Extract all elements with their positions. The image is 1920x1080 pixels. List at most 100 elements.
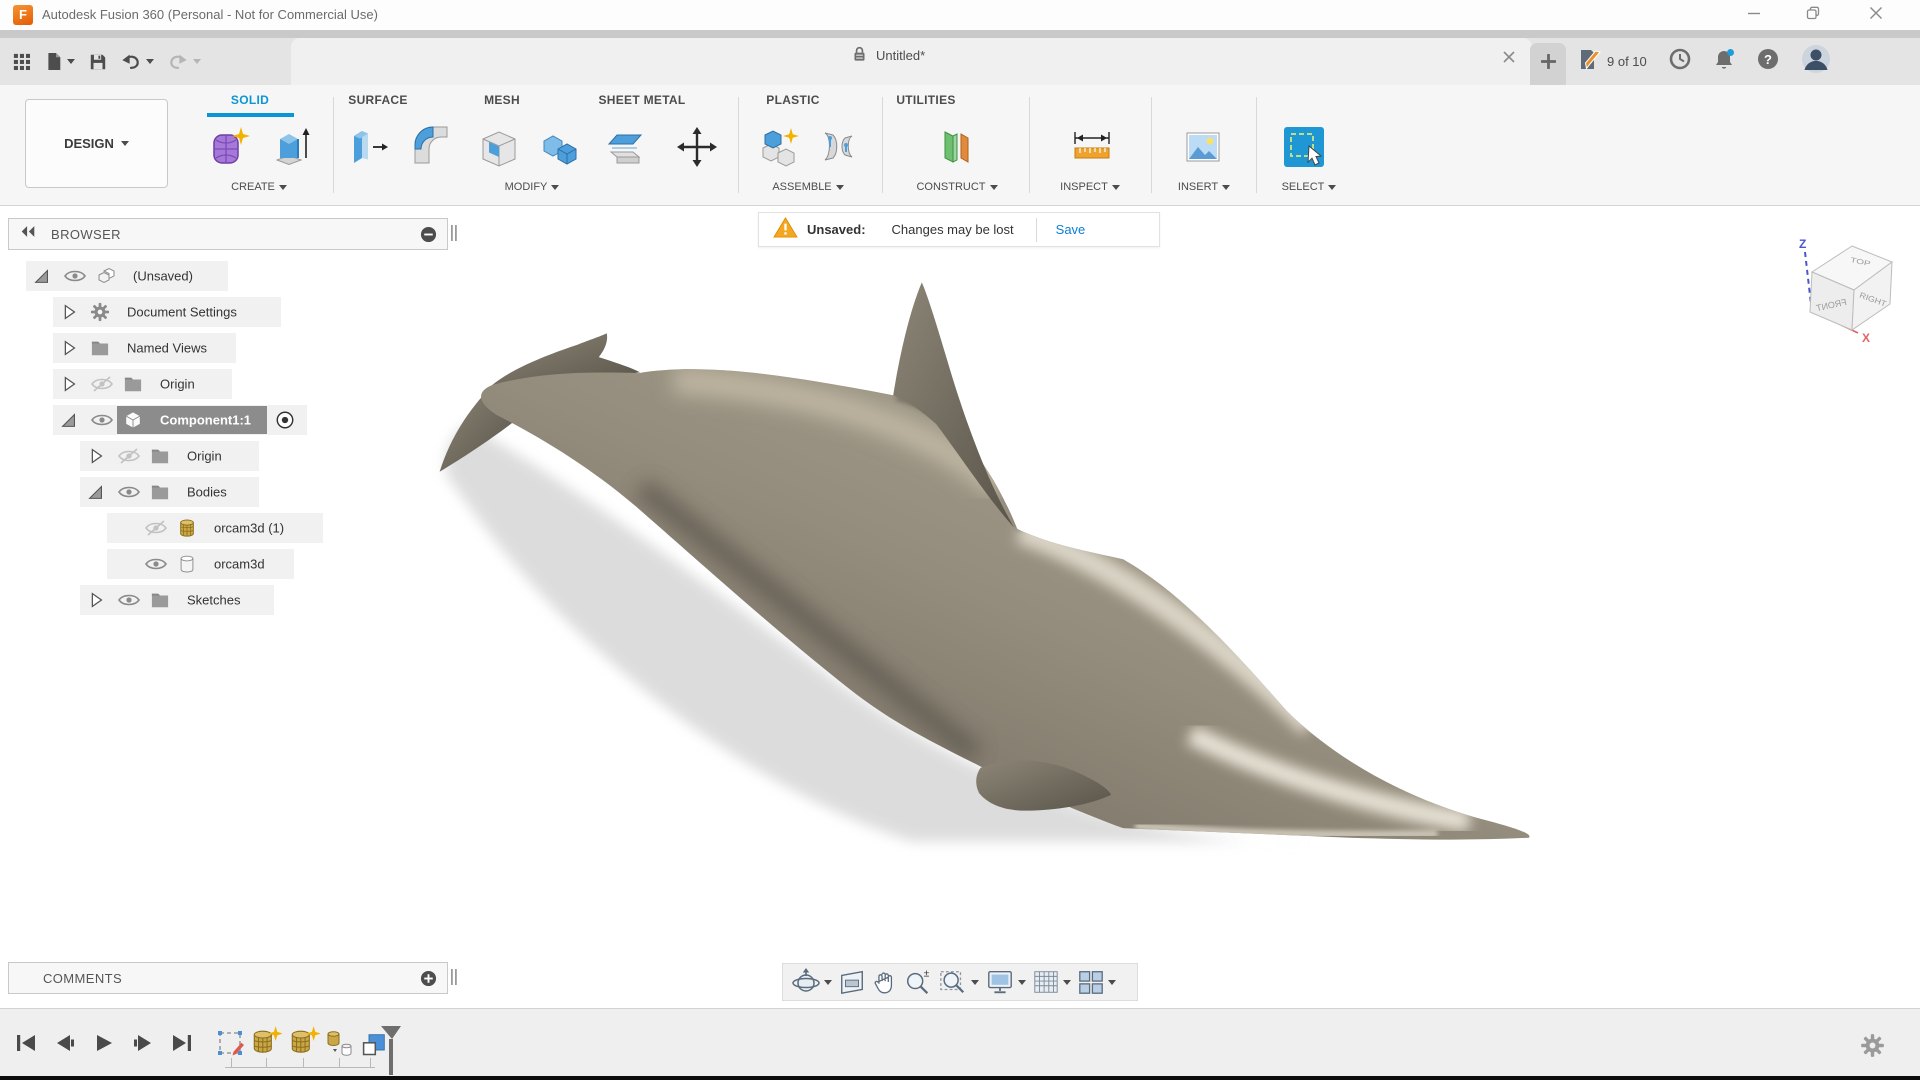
redo-button[interactable] [168,53,201,70]
tree-item-label[interactable]: Component1:1 [160,413,251,428]
tree-row-orcam3d[interactable]: orcam3d [0,546,470,582]
comments-grip-handle[interactable] [450,968,458,991]
select-tool[interactable] [1281,123,1327,171]
tree-item-label[interactable]: Origin [160,377,195,392]
minimize-button[interactable] [1734,4,1774,26]
file-new-button[interactable] [45,52,75,71]
tree-row--unsaved-[interactable]: (Unsaved) [0,258,470,294]
eye-icon[interactable] [63,268,87,284]
group-label-construct[interactable]: CONSTRUCT [887,181,1027,193]
ribbon-tab-mesh[interactable]: MESH [437,93,567,107]
close-button[interactable] [1856,4,1896,26]
step-forward-button[interactable] [131,1031,155,1060]
look-at-button[interactable] [838,968,866,996]
activate-component-radio[interactable] [275,410,295,430]
tree-row-named-views[interactable]: Named Views [0,330,470,366]
undo-button[interactable] [121,53,154,70]
group-label-modify[interactable]: MODIFY [462,181,602,193]
extrude-tool[interactable] [268,123,314,171]
step-back-button[interactable] [53,1031,77,1060]
joint-tool[interactable] [815,123,861,171]
eye-off-icon[interactable] [117,448,141,464]
group-label-select[interactable]: SELECT [1239,181,1379,193]
group-label-assemble[interactable]: ASSEMBLE [738,181,878,193]
grid-settings-button[interactable] [1032,968,1071,996]
new-component-tool[interactable] [756,123,802,171]
timeline-feature-insert-mesh-icon[interactable] [250,1025,282,1062]
viewports-button[interactable] [1077,968,1116,996]
chevron-down-icon[interactable] [193,59,201,64]
expand-arrow-icon[interactable] [86,590,106,610]
move-tool[interactable] [674,123,720,171]
pan-button[interactable] [872,968,898,996]
combine-tool[interactable] [539,123,585,171]
browser-panel-header[interactable]: BROWSER [8,218,448,250]
tree-item-label[interactable]: Document Settings [127,305,237,320]
tree-row-document-settings[interactable]: Document Settings [0,294,470,330]
tree-item-label[interactable]: Origin [187,449,222,464]
offset-face-tool[interactable] [602,123,648,171]
tree-row-sketches[interactable]: Sketches [0,582,470,618]
fit-button[interactable] [938,968,979,996]
press-pull-tool[interactable] [345,123,391,171]
skip-start-button[interactable] [14,1031,38,1060]
comments-panel-header[interactable]: COMMENTS [8,962,448,994]
collapse-arrow-icon[interactable] [59,410,79,430]
save-link[interactable]: Save [1056,222,1086,237]
eye-icon[interactable] [117,592,141,608]
tree-row-origin[interactable]: Origin [0,438,470,474]
skip-end-button[interactable] [170,1031,194,1060]
expand-arrow-icon[interactable] [59,338,79,358]
form-tool[interactable] [207,123,253,171]
chevron-down-icon[interactable] [1108,980,1116,985]
plus-circle-icon[interactable] [420,970,437,987]
workspace-selector[interactable]: DESIGN [25,99,168,188]
zoom-button[interactable]: ± [904,968,932,996]
eye-off-icon[interactable] [144,520,168,536]
orbit-button[interactable] [791,967,832,997]
job-status[interactable]: 9 of 10 [1578,49,1647,74]
chevrons-left-icon[interactable] [19,225,37,243]
eye-icon[interactable] [144,556,168,572]
tree-row-bodies[interactable]: Bodies [0,474,470,510]
tree-row-component1-1[interactable]: Component1:1 [0,402,470,438]
tree-row-origin[interactable]: Origin [0,366,470,402]
tree-item-label[interactable]: Sketches [187,593,240,608]
view-cube[interactable]: Z TOP FRONT RIGHT X [1780,230,1920,370]
help-icon[interactable]: ? [1757,48,1779,75]
group-label-create[interactable]: CREATE [189,181,329,193]
gear-icon[interactable] [1860,1033,1885,1063]
shell-tool[interactable] [476,123,522,171]
expand-arrow-icon[interactable] [59,302,79,322]
expand-arrow-icon[interactable] [59,374,79,394]
timeline-feature-boundary-fill-icon[interactable] [360,1032,387,1064]
avatar[interactable] [1801,44,1831,79]
fillet-tool[interactable] [408,123,454,171]
tree-item-label[interactable]: Named Views [127,341,207,356]
ribbon-tab-utilities[interactable]: UTILITIES [861,93,991,107]
chevron-down-icon[interactable] [1063,980,1071,985]
tree-item-label[interactable]: orcam3d (1) [214,521,284,536]
close-tab-button[interactable] [1498,48,1520,70]
save-button[interactable] [89,53,107,71]
browser-grip-handle[interactable] [450,224,458,247]
chevron-down-icon[interactable] [67,59,75,64]
measure-tool[interactable] [1069,123,1115,171]
notifications-bell-icon[interactable] [1713,48,1735,76]
timeline-feature-insert-mesh-icon[interactable] [288,1025,320,1062]
eye-icon[interactable] [90,412,114,428]
expand-arrow-icon[interactable] [86,446,106,466]
restore-button[interactable] [1793,4,1833,26]
tree-item-label[interactable]: (Unsaved) [133,269,193,284]
tree-item-label[interactable]: Bodies [187,485,227,500]
new-tab-button[interactable] [1530,43,1566,85]
tree-row-orcam3d-1-[interactable]: orcam3d (1) [0,510,470,546]
ribbon-tab-solid[interactable]: SOLID [185,93,315,107]
chevron-down-icon[interactable] [1018,980,1026,985]
chevron-down-icon[interactable] [146,59,154,64]
clock-icon[interactable] [1669,48,1691,75]
timeline-feature-derive-mesh-icon[interactable] [325,1029,355,1064]
chevron-down-icon[interactable] [971,980,979,985]
chevron-down-icon[interactable] [824,980,832,985]
eye-icon[interactable] [117,484,141,500]
